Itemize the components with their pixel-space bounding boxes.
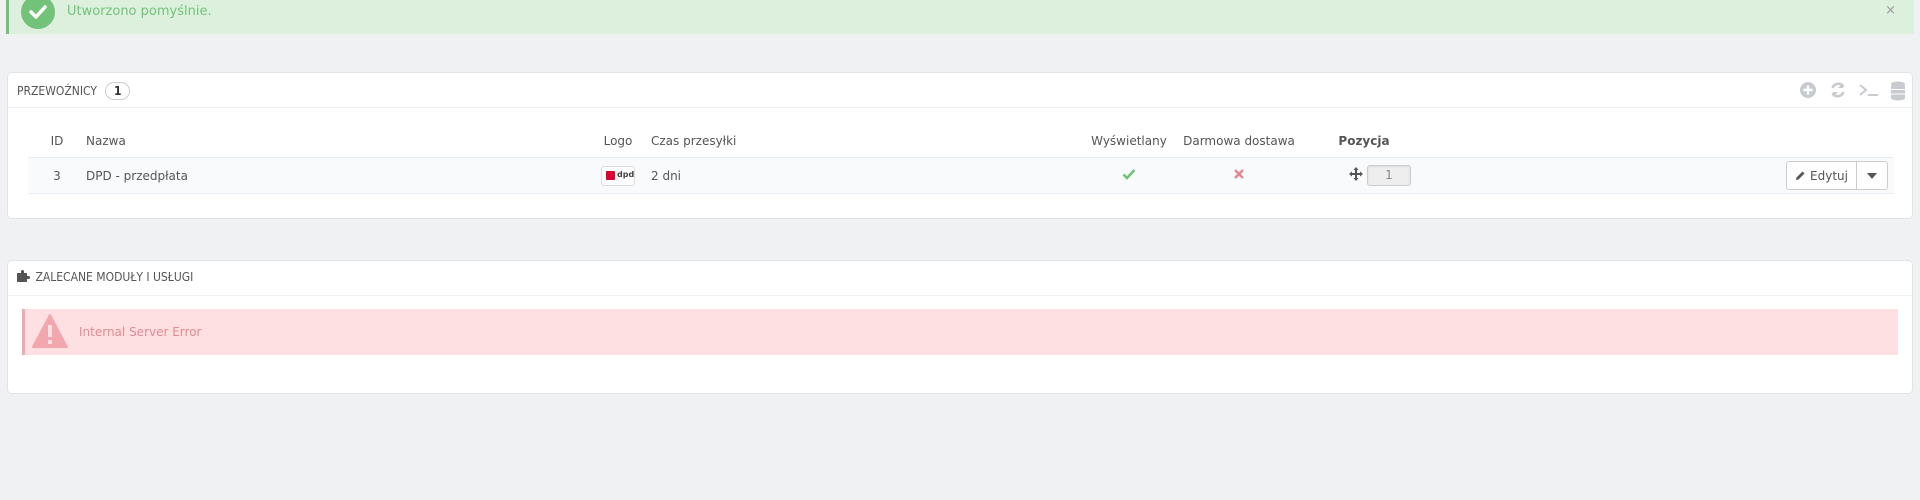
carrier-free-cell bbox=[1179, 157, 1299, 194]
column-header-name[interactable]: Nazwa bbox=[86, 125, 593, 158]
modules-panel-title-text: ZALECANE MODUŁY I USŁUGI bbox=[35, 270, 194, 284]
refresh-icon[interactable] bbox=[1828, 80, 1848, 100]
warning-icon bbox=[31, 313, 69, 352]
close-alert-button[interactable]: × bbox=[1885, 3, 1896, 18]
carrier-delay: 2 dni bbox=[643, 157, 1079, 194]
pencil-icon bbox=[1796, 171, 1805, 180]
carrier-id: 3 bbox=[28, 157, 86, 194]
panel-toolbar bbox=[1798, 80, 1908, 101]
export-db-icon[interactable] bbox=[1888, 80, 1908, 101]
modules-panel-title: ZALECANE MODUŁY I USŁUGI bbox=[17, 270, 193, 284]
carriers-panel: PRZEWOŹNICY 1 ID Nazwa Logo Czas przesył… bbox=[7, 72, 1913, 219]
column-header-active[interactable]: Wyświetlany bbox=[1079, 125, 1179, 158]
caret-down-icon bbox=[1867, 172, 1877, 179]
carrier-name: DPD - przedpłata bbox=[86, 157, 593, 194]
column-header-delay[interactable]: Czas przesyłki bbox=[643, 125, 1079, 158]
panel-title-text: PRZEWOŹNICY bbox=[17, 84, 97, 98]
check-circle-icon bbox=[21, 0, 55, 29]
column-header-position[interactable]: Pozycja bbox=[1299, 125, 1429, 158]
column-header-actions bbox=[1429, 125, 1894, 158]
edit-button[interactable]: Edytuj bbox=[1787, 162, 1857, 189]
carrier-active-cell bbox=[1079, 157, 1179, 194]
column-header-free-shipping[interactable]: Darmowa dostawa bbox=[1179, 125, 1299, 158]
success-alert: Utworzono pomyślnie. × bbox=[6, 0, 1914, 34]
cross-icon[interactable] bbox=[1233, 169, 1245, 183]
success-message: Utworzono pomyślnie. bbox=[67, 4, 212, 19]
edit-button-group: Edytuj bbox=[1786, 161, 1888, 190]
dpd-logo: dpd bbox=[601, 165, 635, 186]
dpd-logo-text: dpd bbox=[617, 169, 635, 179]
edit-button-label: Edytuj bbox=[1810, 168, 1848, 183]
carriers-panel-heading: PRZEWOŹNICY 1 bbox=[8, 73, 1912, 108]
position-input[interactable]: 1 bbox=[1367, 165, 1411, 186]
carrier-position-cell: 1 bbox=[1299, 157, 1429, 194]
column-header-id[interactable]: ID bbox=[28, 125, 86, 158]
table-header-row: ID Nazwa Logo Czas przesyłki Wyświetlany… bbox=[28, 125, 1894, 158]
add-new-icon[interactable] bbox=[1798, 80, 1818, 100]
recommended-modules-panel: ZALECANE MODUŁY I USŁUGI Internal Server… bbox=[7, 260, 1913, 394]
modules-panel-heading: ZALECANE MODUŁY I USŁUGI bbox=[8, 261, 1912, 296]
sql-query-icon[interactable] bbox=[1858, 80, 1878, 100]
column-header-logo: Logo bbox=[603, 134, 633, 148]
table-row[interactable]: 3 DPD - przedpłata dpd 2 dni 1 Edytuj bbox=[28, 157, 1894, 194]
carrier-logo-cell: dpd bbox=[593, 157, 643, 194]
puzzle-icon bbox=[17, 270, 30, 282]
carriers-table: ID Nazwa Logo Czas przesyłki Wyświetlany… bbox=[28, 125, 1894, 194]
error-message: Internal Server Error bbox=[79, 325, 202, 339]
carriers-count-badge: 1 bbox=[104, 82, 131, 100]
edit-dropdown-toggle[interactable] bbox=[1857, 162, 1887, 189]
error-alert: Internal Server Error bbox=[22, 309, 1898, 355]
check-icon[interactable] bbox=[1122, 169, 1136, 183]
dpd-cube-icon bbox=[606, 170, 615, 180]
carrier-actions-cell: Edytuj bbox=[1429, 157, 1894, 194]
drag-handle-icon[interactable] bbox=[1349, 167, 1363, 184]
panel-title: PRZEWOŹNICY 1 bbox=[17, 82, 131, 100]
